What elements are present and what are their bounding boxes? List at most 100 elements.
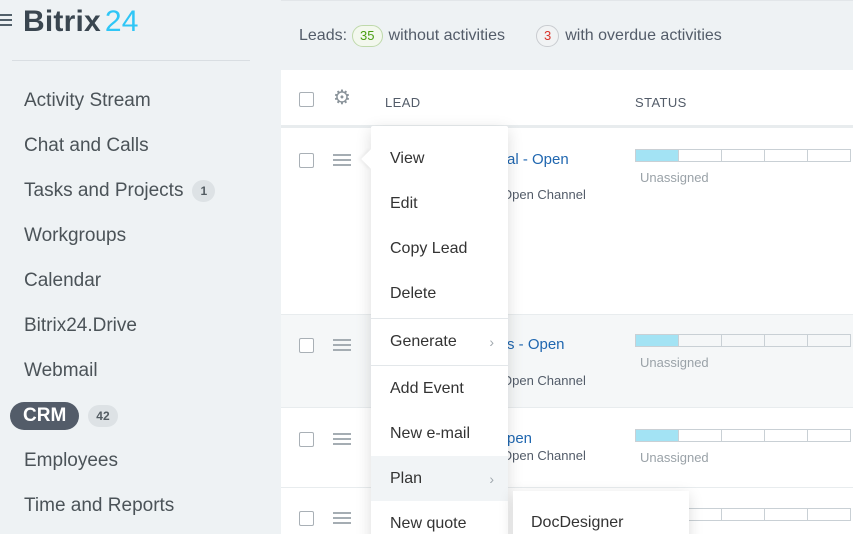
menu-item-label: Edit — [390, 194, 418, 212]
status-segment[interactable] — [636, 430, 679, 441]
status-segment[interactable] — [808, 150, 850, 161]
without-activities-count[interactable]: 35 — [352, 24, 383, 47]
menu-item-generate[interactable]: Generate › — [371, 319, 508, 364]
status-progress-bar[interactable] — [635, 429, 851, 442]
sidebar-item-label: Time and Reports — [24, 494, 175, 516]
chevron-right-icon: › — [489, 333, 494, 350]
lead-title-link[interactable]: s - Open — [507, 336, 565, 353]
status-progress-bar[interactable] — [635, 149, 851, 162]
sidebar-item-label: Bitrix24.Drive — [24, 314, 137, 336]
logo-number: 24 — [104, 5, 139, 38]
menu-item-new-quote[interactable]: New quote — [371, 501, 508, 534]
sidebar-item-label: Chat and Calls — [24, 134, 149, 156]
menu-item-label: View — [390, 149, 425, 167]
lead-title-link[interactable]: pen — [507, 430, 532, 447]
chevron-right-icon: › — [489, 470, 494, 487]
select-all-checkbox[interactable] — [299, 92, 314, 107]
status-segment[interactable] — [765, 430, 808, 441]
status-label: Unassigned — [640, 355, 709, 370]
menu-item-label: Copy Lead — [390, 239, 468, 257]
status-segment[interactable] — [722, 430, 765, 441]
overdue-activities-label: with overdue activities — [565, 26, 722, 44]
status-segment[interactable] — [765, 150, 808, 161]
sidebar-item-tasks-and-projects[interactable]: Tasks and Projects 1 — [0, 168, 268, 213]
column-header-status[interactable]: STATUS — [635, 95, 687, 110]
row-menu-icon[interactable] — [333, 339, 351, 354]
logo[interactable]: Bitrix 24 — [23, 5, 139, 39]
overdue-activities-count[interactable]: 3 — [536, 24, 560, 47]
row-menu-icon[interactable] — [333, 433, 351, 448]
status-segment[interactable] — [636, 150, 679, 161]
sidebar-item-employees[interactable]: Employees — [0, 438, 268, 483]
row-checkbox[interactable] — [299, 432, 314, 447]
lead-source: Open Channel — [502, 187, 586, 202]
sidebar-item-calendar[interactable]: Calendar — [0, 258, 268, 303]
sidebar-item-label: CRM — [10, 401, 80, 430]
sidebar-item-label: Calendar — [24, 269, 102, 291]
row-checkbox[interactable] — [299, 338, 314, 353]
status-segment[interactable] — [679, 335, 722, 346]
status-label: Unassigned — [640, 450, 709, 465]
column-header-lead[interactable]: LEAD — [385, 95, 421, 110]
submenu-item-docdesigner[interactable]: DocDesigner — [531, 514, 623, 532]
status-segment[interactable] — [808, 509, 850, 520]
row-menu-icon[interactable] — [333, 512, 351, 527]
menu-item-plan[interactable]: Plan › — [371, 456, 508, 501]
menu-item-label: Add Event — [390, 379, 464, 397]
lead-source: Open Channel — [502, 448, 586, 463]
sidebar-item-time-and-reports[interactable]: Time and Reports — [0, 483, 268, 528]
sidebar-item-workgroups[interactable]: Workgroups — [0, 213, 268, 258]
table-row: pen Open Channel Unassigned — [281, 408, 853, 488]
menu-item-new-email[interactable]: New e-mail — [371, 411, 508, 456]
menu-item-label: New quote — [390, 514, 467, 532]
table-row: s - Open Open Channel Unassigned — [281, 315, 853, 408]
status-segment[interactable] — [679, 430, 722, 441]
menu-item-delete[interactable]: Delete — [371, 271, 508, 316]
sidebar-item-webmail[interactable]: Webmail — [0, 348, 268, 393]
status-segment[interactable] — [722, 150, 765, 161]
sidebar-item-crm[interactable]: CRM 42 — [0, 393, 268, 438]
leads-label: Leads: — [299, 26, 348, 44]
menu-item-edit[interactable]: Edit — [371, 181, 508, 226]
status-segment[interactable] — [722, 335, 765, 346]
sidebar-nav: Activity Stream Chat and Calls Tasks and… — [0, 78, 268, 528]
menu-item-label: Delete — [390, 284, 437, 302]
sidebar-item-activity-stream[interactable]: Activity Stream — [0, 78, 268, 123]
leads-table: ⚙ LEAD STATUS al - Open Open Channel Una… — [281, 70, 853, 534]
status-segment[interactable] — [722, 509, 765, 520]
row-checkbox[interactable] — [299, 153, 314, 168]
status-segment[interactable] — [765, 335, 808, 346]
leads-summary-bar: Leads: 35 without activities 3 with over… — [281, 0, 853, 70]
gear-icon[interactable]: ⚙ — [333, 88, 351, 108]
sidebar-item-drive[interactable]: Bitrix24.Drive — [0, 303, 268, 348]
divider — [12, 60, 250, 61]
row-menu-icon[interactable] — [333, 154, 351, 169]
count-badge: 42 — [88, 404, 118, 427]
menu-item-add-event[interactable]: Add Event — [371, 366, 508, 411]
menu-item-copy-lead[interactable]: Copy Lead — [371, 226, 508, 271]
status-segment[interactable] — [765, 509, 808, 520]
main-content: Leads: 35 without activities 3 with over… — [281, 0, 853, 534]
count-badge: 1 — [192, 179, 216, 202]
sidebar-item-label: Employees — [24, 449, 118, 471]
table-header: ⚙ LEAD STATUS — [281, 70, 853, 128]
status-segment[interactable] — [808, 430, 850, 441]
sidebar-item-label: Workgroups — [24, 224, 127, 246]
status-segment[interactable] — [679, 150, 722, 161]
row-checkbox[interactable] — [299, 511, 314, 526]
status-segment[interactable] — [636, 335, 679, 346]
status-segment[interactable] — [808, 335, 850, 346]
menu-item-view[interactable]: View — [371, 136, 508, 181]
logo-name: Bitrix — [23, 5, 101, 38]
lead-title-link[interactable]: al - Open — [507, 151, 569, 168]
sidebar-item-chat-and-calls[interactable]: Chat and Calls — [0, 123, 268, 168]
sidebar-item-label: Tasks and Projects — [24, 179, 184, 201]
lead-source: Open Channel — [502, 373, 586, 388]
plan-submenu: DocDesigner — [513, 491, 689, 534]
status-progress-bar[interactable] — [635, 334, 851, 347]
sidebar-item-label: Activity Stream — [24, 89, 151, 111]
menu-item-label: Generate — [390, 332, 457, 350]
row-context-menu: View Edit Copy Lead Delete Generate › Add… — [361, 126, 508, 534]
hamburger-icon[interactable] — [0, 14, 12, 29]
without-activities-label: without activities — [388, 26, 506, 44]
